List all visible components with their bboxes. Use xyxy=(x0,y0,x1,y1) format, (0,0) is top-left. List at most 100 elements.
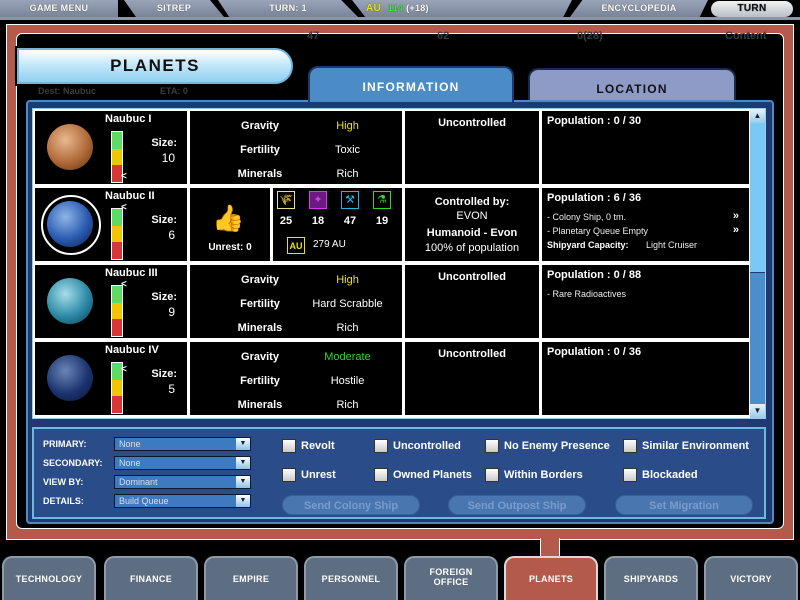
ownership-cell: Uncontrolled xyxy=(405,111,539,184)
planet-row[interactable]: Naubuc II < Size: 6 👍 Unrest: 0 🌾 ✦ ⚒ ⚗ … xyxy=(33,186,749,261)
nav-technology[interactable]: TECHNOLOGY xyxy=(2,556,96,600)
checkbox-revolt[interactable]: Revolt xyxy=(282,438,335,454)
queue-note: - Planetary Queue Empty xyxy=(547,226,649,236)
nav-shipyards[interactable]: SHIPYARDS xyxy=(604,556,698,600)
tab-information[interactable]: INFORMATION xyxy=(308,66,514,102)
population-value: Population : 0 / 88 xyxy=(547,269,642,281)
special-note: - Rare Radioactives xyxy=(547,289,627,299)
nav-label: PERSONNEL xyxy=(321,574,381,584)
nav-foreign-office[interactable]: FOREIGN OFFICE xyxy=(404,556,498,600)
secondary-dropdown[interactable]: None ▼ xyxy=(114,456,251,470)
tab-location[interactable]: LOCATION xyxy=(528,68,736,102)
controller-name: EVON xyxy=(456,210,488,222)
nav-label: PLANETS xyxy=(528,574,574,584)
fertility-label: Fertility xyxy=(240,144,280,156)
details-dropdown[interactable]: Build Queue ▼ xyxy=(114,494,251,508)
scroll-thumb[interactable] xyxy=(750,123,765,273)
details-arrow-icon[interactable]: » xyxy=(733,210,739,222)
nav-label: VICTORY xyxy=(730,574,772,584)
nav-label: SHIPYARDS xyxy=(623,574,679,584)
checkbox-box[interactable] xyxy=(374,468,388,482)
checkbox-box[interactable] xyxy=(374,439,388,453)
planet-image xyxy=(47,124,93,170)
shipyard-value: Light Cruiser xyxy=(646,240,698,250)
details-arrow-icon[interactable]: » xyxy=(733,224,739,236)
population-value: Population : 6 / 36 xyxy=(547,192,642,204)
background-fleet-info: Dest: Naubuc ETA: 0 xyxy=(20,84,215,98)
filter-panel: PRIMARY: None ▼ SECONDARY: None ▼ VIEW BY:… xyxy=(32,427,766,519)
population-cell: Population : 0 / 88 - Rare Radioactives xyxy=(542,265,749,338)
checkbox-box[interactable] xyxy=(623,439,637,453)
habitability-gauge xyxy=(111,208,123,260)
secondary-label: SECONDARY: xyxy=(43,458,103,468)
chevron-down-icon[interactable]: ▼ xyxy=(236,438,250,450)
nav-empire[interactable]: EMPIRE xyxy=(204,556,298,600)
ghost-dest: Dest: Naubuc xyxy=(38,86,97,96)
race-share: 100% of population xyxy=(424,242,520,254)
chevron-down-icon[interactable]: ▼ xyxy=(236,457,250,469)
encyclopedia-button[interactable]: ENCYCLOPEDIA xyxy=(570,0,708,17)
primary-dropdown[interactable]: None ▼ xyxy=(114,437,251,451)
details-label: DETAILS: xyxy=(43,496,84,506)
population-value: Population : 0 / 30 xyxy=(547,115,642,127)
checkbox-box[interactable] xyxy=(485,439,499,453)
size-label: Size: xyxy=(151,291,177,303)
planet-cell: Naubuc I < Size: 10 xyxy=(35,111,187,184)
shipyard-label: Shipyard Capacity: xyxy=(547,240,629,250)
build-note: - Colony Ship, 0 tm. xyxy=(547,212,627,222)
checkbox-similar-environment[interactable]: Similar Environment xyxy=(623,438,749,454)
minerals-value: Rich xyxy=(336,322,359,334)
send-colony-ship-button[interactable]: Send Colony Ship xyxy=(282,495,420,515)
planet-row[interactable]: Naubuc I < Size: 10 Gravity High Fertilit… xyxy=(33,109,749,184)
planet-image xyxy=(47,201,93,247)
morale-cell: 👍 Unrest: 0 xyxy=(190,188,270,261)
chevron-down-icon[interactable]: ▼ xyxy=(236,476,250,488)
checkbox-no-enemy-presence[interactable]: No Enemy Presence xyxy=(485,438,610,454)
minerals-label: Minerals xyxy=(237,399,283,411)
chevron-down-icon[interactable]: ▼ xyxy=(236,495,250,507)
nav-finance[interactable]: FINANCE xyxy=(104,556,198,600)
end-turn-button[interactable]: TURN xyxy=(711,1,793,17)
race-name: Humanoid - Evon xyxy=(426,227,518,239)
checkbox-box[interactable] xyxy=(623,468,637,482)
planet-list-scrollbar[interactable]: ▲ ▼ xyxy=(749,109,765,418)
checkbox-label: Similar Environment xyxy=(642,440,749,452)
population-value: Population : 0 / 36 xyxy=(547,346,642,358)
checkbox-uncontrolled[interactable]: Uncontrolled xyxy=(374,438,461,454)
send-outpost-ship-button[interactable]: Send Outpost Ship xyxy=(448,495,586,515)
set-migration-button[interactable]: Set Migration xyxy=(615,495,753,515)
view-by-value: Dominant xyxy=(119,477,158,487)
gravity-label: Gravity xyxy=(241,274,279,286)
population-cell: Population : 6 / 36 - Colony Ship, 0 tm.… xyxy=(542,188,749,261)
game-menu-button[interactable]: GAME MENU xyxy=(0,0,118,17)
gauge-marker-icon: < xyxy=(121,279,127,290)
planet-row[interactable]: Naubuc III < Size: 9 Gravity High Fertili… xyxy=(33,263,749,338)
sitrep-button[interactable]: SITREP xyxy=(124,0,224,17)
checkbox-label: Within Borders xyxy=(504,469,583,481)
secondary-value: None xyxy=(119,458,141,468)
environment-cell: Gravity Moderate Fertility Hostile Mineral… xyxy=(190,342,402,415)
scroll-down-button[interactable]: ▼ xyxy=(750,404,765,418)
scroll-up-button[interactable]: ▲ xyxy=(750,109,765,123)
checkbox-unrest[interactable]: Unrest xyxy=(282,467,336,483)
planet-row[interactable]: Naubuc IV < Size: 5 Gravity Moderate Fert… xyxy=(33,340,749,418)
mining-icon: ⚒ xyxy=(341,191,359,209)
nav-personnel[interactable]: PERSONNEL xyxy=(304,556,398,600)
turn-counter: TURN: 1 xyxy=(218,0,358,17)
view-by-dropdown[interactable]: Dominant ▼ xyxy=(114,475,251,489)
planet-cell: Naubuc II < Size: 6 xyxy=(35,188,187,261)
environment-cell: Gravity High Fertility Hard Scrabble Miner… xyxy=(190,265,402,338)
active-tab-connector xyxy=(540,538,560,558)
ownership-status: Uncontrolled xyxy=(438,271,506,283)
checkbox-box[interactable] xyxy=(282,468,296,482)
checkbox-box[interactable] xyxy=(485,468,499,482)
checkbox-box[interactable] xyxy=(282,439,296,453)
minerals-value: Rich xyxy=(336,168,359,180)
nav-victory[interactable]: VICTORY xyxy=(704,556,798,600)
planet-name: Naubuc I xyxy=(105,113,152,125)
mining-value: 47 xyxy=(343,215,357,227)
checkbox-owned-planets[interactable]: Owned Planets xyxy=(374,467,472,483)
checkbox-blockaded[interactable]: Blockaded xyxy=(623,467,698,483)
nav-planets[interactable]: PLANETS xyxy=(504,556,598,600)
checkbox-within-borders[interactable]: Within Borders xyxy=(485,467,583,483)
